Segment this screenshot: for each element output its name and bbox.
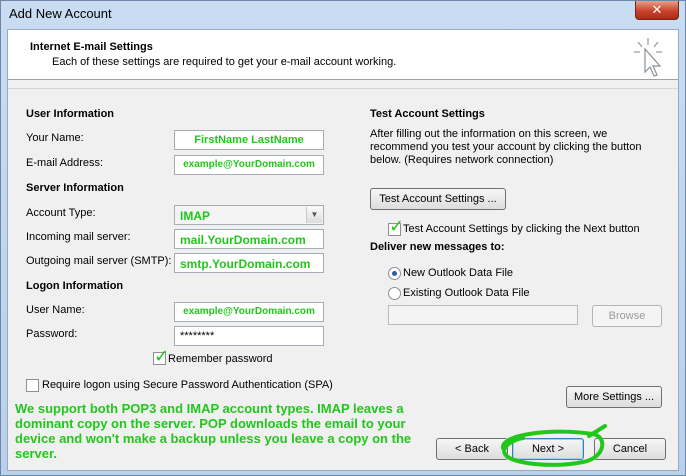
browse-button[interactable]: Browse [592,305,662,327]
test-settings-description: After filling out the information on thi… [370,128,642,166]
your-name-input[interactable]: FirstName LastName [174,130,324,150]
spa-label: Require logon using Secure Password Auth… [42,379,333,391]
test-account-settings-button[interactable]: Test Account Settings ... [370,188,506,210]
new-data-file-label: New Outlook Data File [403,267,514,279]
logon-info-heading: Logon Information [26,280,124,292]
data-file-path-input[interactable] [388,305,578,325]
dialog-body: Internet E-mail Settings Each of these s… [7,29,679,471]
server-info-heading: Server Information [26,182,124,194]
existing-data-file-label: Existing Outlook Data File [403,287,530,299]
password-input[interactable]: ******** [174,326,324,346]
title-bar: Add New Account ✕ [1,1,685,27]
back-button[interactable]: < Back [436,438,508,460]
window-title: Add New Account [9,6,112,21]
chevron-down-icon[interactable]: ▼ [306,207,322,223]
test-next-label: Test Account Settings by clicking the Ne… [403,223,640,235]
account-type-select[interactable]: IMAP ▼ [174,205,324,225]
incoming-server-label: Incoming mail server: [26,231,131,243]
separator [8,88,678,89]
account-type-label: Account Type: [26,207,96,219]
annotation-note: We support both POP3 and IMAP account ty… [15,401,412,461]
email-label: E-mail Address: [26,157,104,169]
your-name-label: Your Name: [26,132,84,144]
incoming-server-input[interactable]: mail.YourDomain.com [174,229,324,249]
next-button[interactable]: Next > [512,438,584,460]
header-panel: Internet E-mail Settings Each of these s… [8,30,678,80]
add-account-window: Add New Account ✕ Internet E-mail Settin… [0,0,686,476]
user-info-heading: User Information [26,108,115,120]
cancel-button[interactable]: Cancel [594,438,666,460]
username-input[interactable]: example@YourDomain.com [174,302,324,322]
header-title: Internet E-mail Settings [30,41,153,53]
close-button[interactable]: ✕ [635,1,679,20]
radio-selected-dot [392,271,397,276]
outgoing-server-label: Outgoing mail server (SMTP): [26,255,172,267]
account-type-value: IMAP [180,209,210,223]
existing-data-file-radio[interactable] [388,287,401,300]
outgoing-server-input[interactable]: smtp.YourDomain.com [174,253,324,273]
cursor-click-icon [634,38,662,77]
email-input[interactable]: example@YourDomain.com [174,155,324,175]
more-settings-button[interactable]: More Settings ... [566,386,662,408]
remember-password-label: Remember password [168,353,273,365]
spa-checkbox[interactable] [26,379,39,392]
deliver-heading: Deliver new messages to: [370,241,505,253]
test-settings-heading: Test Account Settings [370,108,485,120]
new-data-file-radio[interactable] [388,267,401,280]
password-label: Password: [26,328,78,340]
username-label: User Name: [26,304,85,316]
header-subtitle: Each of these settings are required to g… [52,56,397,68]
